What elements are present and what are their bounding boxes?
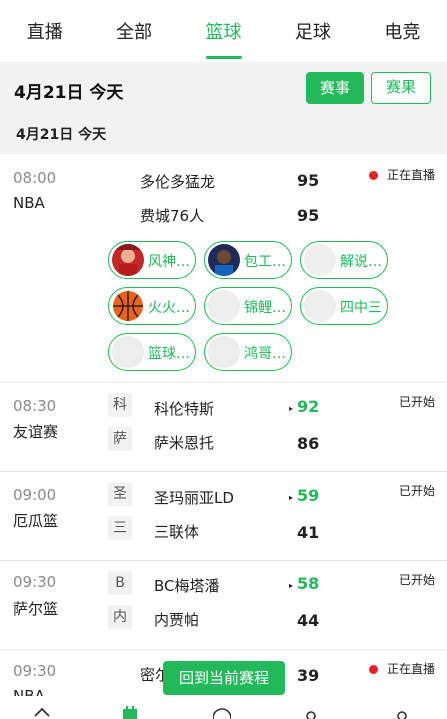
avatar xyxy=(112,244,144,276)
streamer-pill[interactable]: 包工… xyxy=(204,241,292,279)
streamer-pill[interactable]: 锦鲤… xyxy=(204,287,292,325)
schedule-icon[interactable] xyxy=(121,706,139,719)
bottom-tab-bar xyxy=(0,696,447,719)
streamer-name: 火火… xyxy=(148,300,190,316)
home-icon[interactable] xyxy=(33,706,51,719)
live-dot-icon xyxy=(368,171,378,180)
match-row[interactable]: 09:30 萨尔篮 B 内 BC梅塔潘 内贾帕 ▸ 58 44 已开始 xyxy=(0,561,447,650)
tab-football[interactable]: 足球 xyxy=(268,0,357,62)
leading-arrow-icon: ▸ xyxy=(289,493,294,502)
streamer-pill[interactable]: 四中三 xyxy=(300,287,388,325)
team-tag: 内 xyxy=(108,605,132,629)
home-score: 39 xyxy=(297,666,320,685)
basketball-avatar-icon xyxy=(112,290,144,322)
back-to-current-button[interactable]: 回到当前赛程 xyxy=(163,661,285,695)
streamer-pill[interactable]: 篮球… xyxy=(108,333,196,371)
status-text: 已开始 xyxy=(398,573,435,587)
date-title: 4月21日 今天 xyxy=(14,83,124,103)
streamer-name: 鸿哥… xyxy=(244,346,286,362)
tab-basketball[interactable]: 篮球 xyxy=(179,0,268,62)
live-dot-icon xyxy=(368,665,378,674)
home-team: 圣玛丽亚LD xyxy=(154,489,234,507)
home-score: 58 xyxy=(297,574,320,593)
results-button[interactable]: 赛果 xyxy=(371,72,431,104)
match-league: NBA xyxy=(13,194,45,212)
streamer-name: 篮球… xyxy=(148,346,190,362)
status-text: 正在直播 xyxy=(386,662,435,676)
avatar xyxy=(208,244,240,276)
live-status: 正在直播 xyxy=(368,660,435,677)
home-team: 科伦特斯 xyxy=(154,400,215,418)
away-team: 费城76人 xyxy=(140,207,205,225)
avatar xyxy=(112,336,144,368)
leading-arrow-icon: ▸ xyxy=(289,404,294,413)
status-text: 已开始 xyxy=(398,395,435,409)
streamer-name: 四中三 xyxy=(340,300,382,316)
streamer-pill[interactable]: 风神… xyxy=(108,241,196,279)
away-score: 86 xyxy=(297,434,320,453)
leading-arrow-icon: ▸ xyxy=(289,581,294,590)
status-text: 正在直播 xyxy=(386,168,435,182)
team-tag: 萨 xyxy=(108,427,132,451)
home-score: 92 xyxy=(297,397,320,416)
events-button[interactable]: 赛事 xyxy=(306,72,364,104)
match-time: 08:30 xyxy=(13,397,57,415)
streamer-pill[interactable]: 解说… xyxy=(300,241,388,279)
tab-all[interactable]: 全部 xyxy=(89,0,178,62)
match-league: 友谊赛 xyxy=(13,423,59,441)
match-row[interactable]: 08:00 NBA 多伦多猛龙 费城76人 95 95 正在直播 风神… 包工…… xyxy=(0,154,447,383)
tab-live[interactable]: 直播 xyxy=(0,0,89,62)
away-score: 44 xyxy=(297,611,320,630)
away-team: 内贾帕 xyxy=(154,611,200,629)
match-time: 09:00 xyxy=(13,486,57,504)
tab-esports[interactable]: 电竞 xyxy=(358,0,447,62)
date-header: 4月21日 今天 赛事 赛果 4月21日 今天 xyxy=(0,62,447,154)
live-icon[interactable] xyxy=(213,706,231,719)
streamer-name: 风神… xyxy=(148,254,190,270)
date-subtitle: 4月21日 今天 xyxy=(16,127,107,143)
match-time: 09:30 xyxy=(13,573,57,591)
match-league: 萨尔篮 xyxy=(13,600,59,618)
streamer-pill[interactable]: 鸿哥… xyxy=(204,333,292,371)
streamer-name: 包工… xyxy=(244,254,286,270)
streamer-pill[interactable]: 火火… xyxy=(108,287,196,325)
avatar xyxy=(304,244,336,276)
team-tag: B xyxy=(108,571,132,595)
profile-icon[interactable] xyxy=(393,706,411,719)
away-score: 95 xyxy=(297,206,320,225)
status-text: 已开始 xyxy=(398,484,435,498)
streamer-name: 锦鲤… xyxy=(244,300,286,316)
avatar xyxy=(208,336,240,368)
home-score: 59 xyxy=(297,486,320,505)
away-score: 41 xyxy=(297,523,320,542)
community-icon[interactable] xyxy=(302,706,320,719)
match-row[interactable]: 09:00 厄瓜篮 圣 三 圣玛丽亚LD 三联体 ▸ 59 41 已开始 xyxy=(0,472,447,561)
team-tag: 圣 xyxy=(108,482,132,506)
avatar xyxy=(208,290,240,322)
home-team: BC梅塔潘 xyxy=(154,577,220,595)
team-tag: 科 xyxy=(108,393,132,417)
avatar xyxy=(304,290,336,322)
sport-tabs: 直播 全部 篮球 足球 电竞 xyxy=(0,0,447,62)
live-status: 正在直播 xyxy=(368,166,435,183)
team-tag: 三 xyxy=(108,516,132,540)
streamer-name: 解说… xyxy=(340,254,382,270)
home-score: 95 xyxy=(297,171,320,190)
away-team: 三联体 xyxy=(154,523,200,541)
match-row[interactable]: 08:30 友谊赛 科 萨 科伦特斯 萨米恩托 ▸ 92 86 已开始 xyxy=(0,383,447,472)
home-team: 多伦多猛龙 xyxy=(140,173,216,191)
match-time: 08:00 xyxy=(13,169,57,187)
away-team: 萨米恩托 xyxy=(154,434,215,452)
match-time: 09:30 xyxy=(13,662,57,680)
match-league: 厄瓜篮 xyxy=(13,512,59,530)
